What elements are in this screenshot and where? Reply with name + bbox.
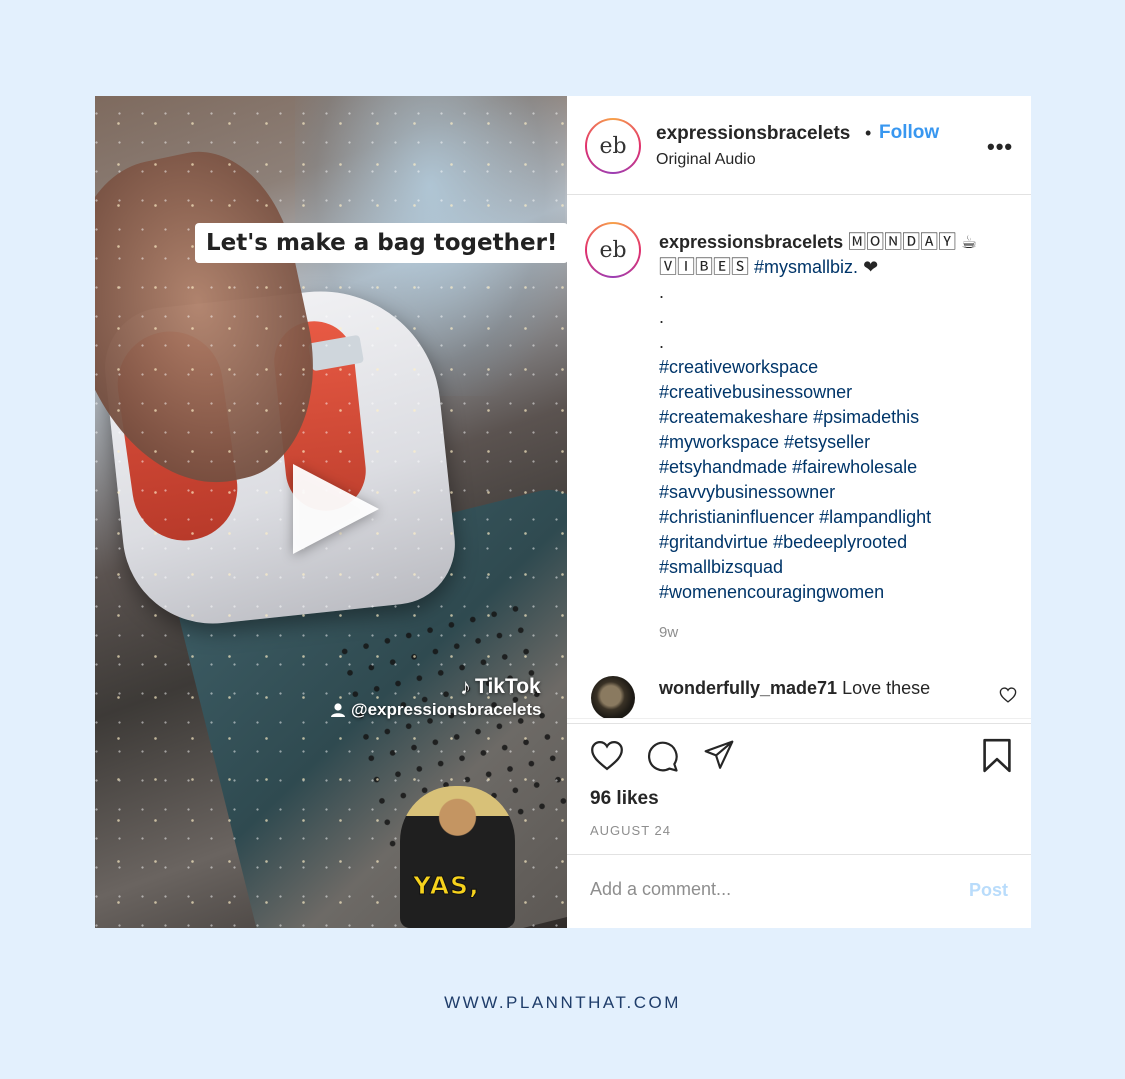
caption-line-1: expressionsbracelets 🄼🄾🄽🄳🄰🅈 ☕ (659, 230, 1009, 255)
hashtag-line[interactable]: #gritandvirtue #bedeeplyrooted (659, 530, 1009, 555)
caption-avatar-logo-text: eb (599, 237, 627, 263)
hashtag-line[interactable]: #creativeworkspace (659, 355, 1009, 380)
comment-text: Love these (842, 678, 931, 698)
post-actions: 96 likes AUGUST 24 (567, 723, 1031, 855)
post-sidebar: eb expressionsbracelets • Follow Origina… (567, 96, 1031, 928)
caption-line-2: 🅅🄸🄱🄴🅂 #mysmallbiz. ❤ (659, 255, 1009, 280)
hashtag-line[interactable]: #womenencouragingwomen (659, 580, 1009, 605)
like-count[interactable]: 96 likes (590, 788, 659, 810)
hashtag-line[interactable]: #smallbizsquad (659, 555, 1009, 580)
caption-username[interactable]: expressionsbracelets (659, 232, 843, 252)
post-header: eb expressionsbracelets • Follow Origina… (567, 96, 1031, 195)
video-text-overlay: Let's make a bag together! (195, 223, 567, 263)
footer-url: WWW.PLANNTHAT.COM (444, 993, 681, 1012)
tiktok-label: TikTok (475, 675, 541, 698)
instagram-post-card: Let's make a bag together! ♪ TikTok @exp… (95, 96, 1031, 928)
comment: wonderfully_made71 Love these (659, 678, 930, 699)
caption-text-2: 🅅🄸🄱🄴🅂 (659, 257, 749, 277)
hashtag-line[interactable]: #savvybusinessowner (659, 480, 1009, 505)
hashtag-line[interactable]: #creativebusinessowner (659, 380, 1009, 405)
hashtag-line[interactable]: #createmakeshare #psimadethis (659, 405, 1009, 430)
hashtag-line[interactable]: #christianinfluencer #lampandlight (659, 505, 1009, 530)
like-heart-icon[interactable] (590, 740, 624, 771)
video-post-media[interactable]: Let's make a bag together! ♪ TikTok @exp… (95, 96, 567, 928)
play-icon[interactable] (293, 464, 379, 554)
caption-avatar[interactable]: eb (585, 222, 641, 278)
more-options-icon[interactable]: ••• (987, 134, 1013, 160)
comment-bubble-icon[interactable] (646, 740, 679, 773)
save-bookmark-icon[interactable] (982, 738, 1012, 773)
caption-dot: . (659, 307, 665, 327)
hashtag-line[interactable]: #etsyhandmade #fairewholesale (659, 455, 1009, 480)
profile-avatar[interactable]: eb (585, 118, 641, 174)
tiktok-icon: ♪ (460, 674, 471, 699)
avatar-logo-text: eb (599, 133, 627, 159)
tiktok-watermark: ♪ TikTok (460, 674, 541, 700)
comment-like-heart-icon[interactable] (999, 687, 1017, 703)
post-caption: expressionsbracelets 🄼🄾🄽🄳🄰🅈 ☕ 🅅🄸🄱🄴🅂 #mys… (659, 230, 1009, 605)
caption-text-1: 🄼🄾🄽🄳🄰🅈 ☕ (848, 232, 978, 252)
tiktok-handle-text: @expressionsbracelets (351, 700, 542, 719)
gif-sticker-text: YAS, (413, 871, 480, 901)
post-comment-button[interactable]: Post (969, 880, 1008, 901)
audio-label[interactable]: Original Audio (656, 151, 756, 169)
add-comment-bar: Post (567, 854, 1031, 928)
caption-timestamp[interactable]: 9w (659, 624, 678, 641)
caption-dot: . (659, 282, 665, 302)
comment-input[interactable] (590, 879, 940, 900)
share-paper-plane-icon[interactable] (702, 739, 736, 771)
caption-dot: . (659, 332, 665, 352)
separator-dot: • (865, 123, 872, 143)
commenter-avatar[interactable] (591, 676, 635, 720)
heart-emoji: ❤ (863, 257, 879, 277)
comment-username[interactable]: wonderfully_made71 (659, 678, 837, 698)
hashtag-line[interactable]: #myworkspace #etsyseller (659, 430, 1009, 455)
user-icon (331, 703, 345, 717)
hashtag-link[interactable]: #mysmallbiz. (754, 257, 858, 277)
tiktok-handle: @expressionsbracelets (330, 700, 541, 720)
gif-sticker-person (400, 786, 515, 928)
header-username[interactable]: expressionsbracelets (656, 123, 850, 145)
follow-button[interactable]: Follow (879, 122, 939, 144)
post-date: AUGUST 24 (590, 823, 672, 838)
